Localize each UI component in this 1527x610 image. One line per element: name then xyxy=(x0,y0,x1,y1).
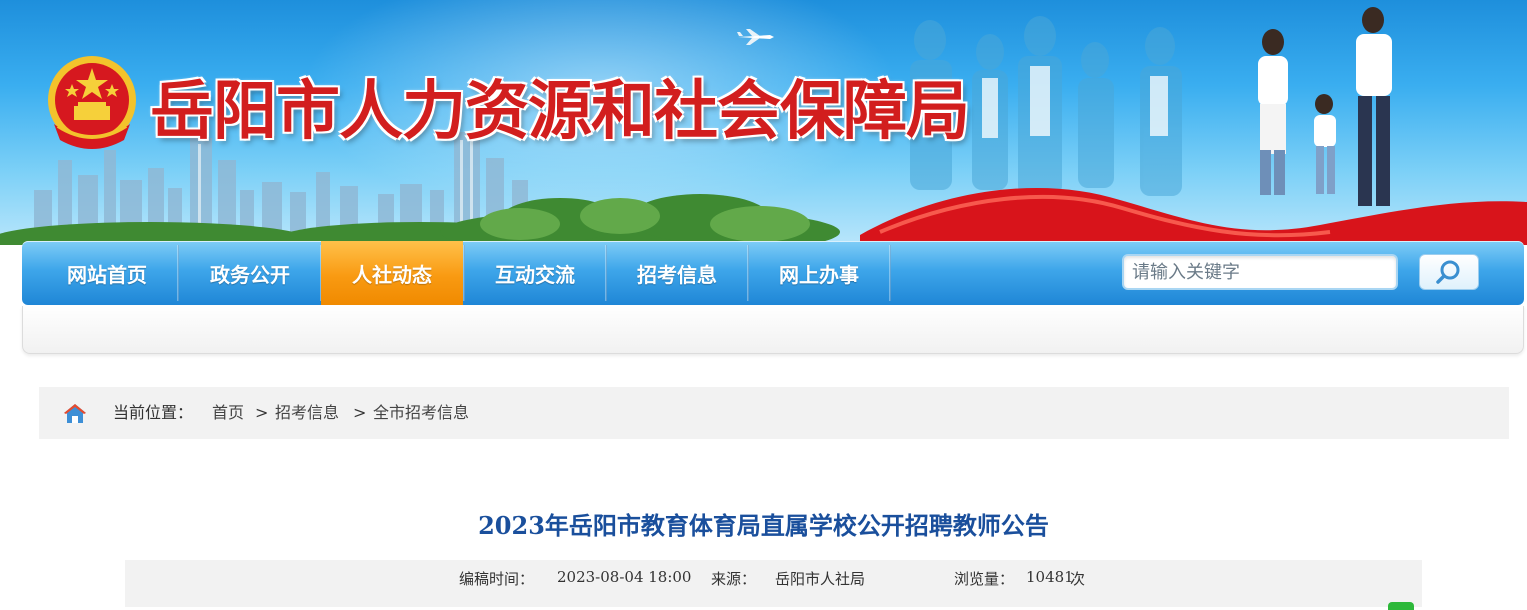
nav-item-hr-news[interactable]: 人社动态 xyxy=(321,241,463,305)
search-box xyxy=(1122,254,1400,290)
family-figure xyxy=(1258,7,1392,206)
source-label: 来源： xyxy=(711,570,757,588)
home-icon xyxy=(64,404,86,423)
nav-item-interaction[interactable]: 互动交流 xyxy=(464,241,606,305)
edit-time-label: 编稿时间： xyxy=(459,570,535,588)
airplane-icon xyxy=(737,29,774,45)
breadcrumb-prefix: 当前位置： xyxy=(113,403,194,422)
nav-item-online-services[interactable]: 网上办事 xyxy=(748,241,890,305)
search-button[interactable] xyxy=(1419,254,1479,290)
nav-item-government-affairs[interactable]: 政务公开 xyxy=(179,241,321,305)
search-input[interactable] xyxy=(1124,256,1400,288)
nav-item-home[interactable]: 网站首页 xyxy=(36,241,178,305)
main-nav: 网站首页 政务公开 人社动态 互动交流 招考信息 网上办事 xyxy=(22,241,1524,305)
red-ribbon-image xyxy=(860,187,1527,245)
source-value: 岳阳市人社局 xyxy=(775,570,866,588)
breadcrumb-separator: > xyxy=(255,403,269,422)
breadcrumb-link-city-recruitment[interactable]: 全市招考信息 xyxy=(373,387,469,439)
floating-green-tab[interactable] xyxy=(1388,602,1414,610)
nav-item-recruitment[interactable]: 招考信息 xyxy=(606,241,748,305)
header-banner: 岳阳市人力资源和社会保障局 xyxy=(0,0,1527,245)
views-value: 10481 xyxy=(1026,568,1074,586)
views-label: 浏览量： xyxy=(954,570,1015,588)
article-meta-bar: 编稿时间： 2023-08-04 18:00 来源： 岳阳市人社局 浏览量： 1… xyxy=(125,560,1422,607)
breadcrumb-link-recruitment[interactable]: 招考信息 xyxy=(275,387,339,439)
breadcrumb-link-home[interactable]: 首页 xyxy=(212,387,244,439)
search-icon xyxy=(1436,260,1460,284)
site-title: 岳阳市人力资源和社会保障局 xyxy=(150,74,970,149)
views-unit: 次 xyxy=(1070,570,1086,588)
breadcrumb-separator: > xyxy=(353,403,367,422)
breadcrumb: 当前位置： 首页 > 招考信息 > 全市招考信息 xyxy=(39,387,1509,439)
nav-divider xyxy=(889,245,891,301)
sub-nav-bar xyxy=(22,306,1524,354)
article-title: 2023年岳阳市教育体育局直属学校公开招聘教师公告 xyxy=(478,511,1049,540)
national-emblem-logo xyxy=(48,56,136,149)
edit-time-value: 2023-08-04 18:00 xyxy=(557,568,692,586)
